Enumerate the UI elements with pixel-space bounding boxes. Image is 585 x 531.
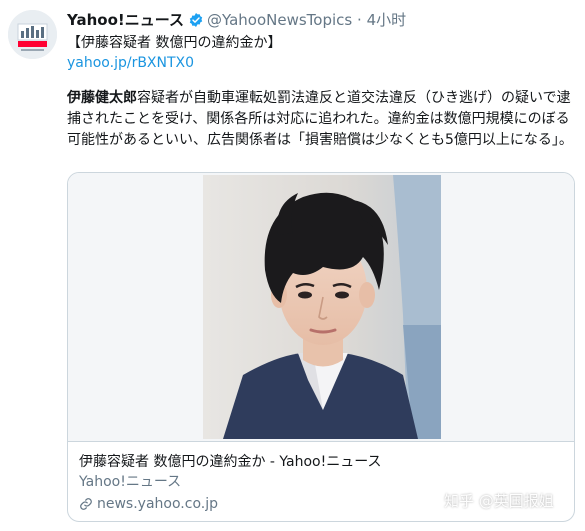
author-name[interactable]: Yahoo!ニュース <box>67 11 184 29</box>
card-image-area[interactable] <box>68 173 574 441</box>
tweet-headline: 【伊藤容疑者 数億円の違約金か】 <box>67 35 282 51</box>
tweet-body: 伊藤健太郎容疑者が自動車運転処罰法違反と道交法違反（ひき逃げ）の疑いで逮捕された… <box>67 88 579 151</box>
link-icon <box>79 496 97 512</box>
link-preview-card[interactable]: 伊藤容疑者 数億円の違約金か - Yahoo!ニュース Yahoo!ニュース n… <box>67 172 575 522</box>
card-domain: news.yahoo.co.jp <box>79 495 218 513</box>
card-domain-text: news.yahoo.co.jp <box>97 496 218 512</box>
card-title[interactable]: 伊藤容疑者 数億円の違約金か - Yahoo!ニュース <box>79 453 382 471</box>
tweet-body-text: 容疑者が自動車運転処罰法違反と道交法違反（ひき逃げ）の疑いで逮捕されたことを受け… <box>67 90 573 148</box>
separator-dot: · <box>357 11 362 29</box>
tweet-header: Yahoo!ニュース @YahooNewsTopics · 4小时 <box>67 10 575 30</box>
tweet-time[interactable]: 4小时 <box>367 11 407 29</box>
zhihu-watermark: 知乎 @英国报姐 <box>444 492 554 510</box>
avatar[interactable] <box>8 10 57 59</box>
author-handle[interactable]: @YahooNewsTopics <box>207 11 352 29</box>
yahoo-news-logo-icon <box>8 10 57 59</box>
card-photo <box>203 175 441 439</box>
tweet-short-link[interactable]: yahoo.jp/rBXNTX0 <box>67 53 194 73</box>
verified-badge-icon <box>188 12 204 33</box>
tweet-body-bold: 伊藤健太郎 <box>67 90 137 106</box>
card-description: Yahoo!ニュース <box>79 474 182 490</box>
card-divider <box>68 441 574 442</box>
